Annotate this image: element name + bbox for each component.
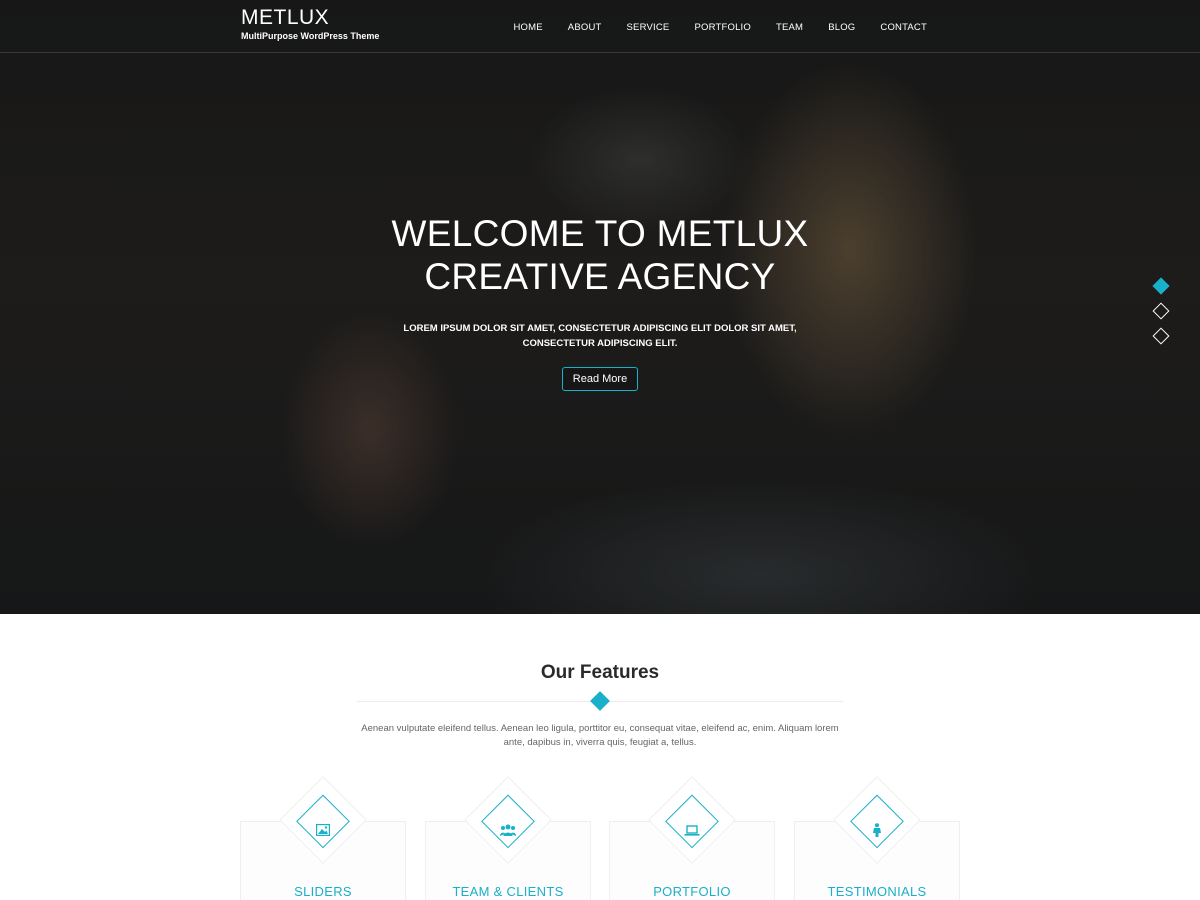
hero-title: WELCOME TO METLUX CREATIVE AGENCY — [300, 212, 900, 298]
feature-card-team-clients[interactable]: TEAM & CLIENTS — [425, 776, 591, 900]
nav-about[interactable]: ABOUT — [568, 22, 602, 33]
feature-card-title: PORTFOLIO — [653, 884, 731, 899]
feature-card-sliders[interactable]: SLIDERS — [240, 776, 406, 900]
hero-caption: WELCOME TO METLUX CREATIVE AGENCY LOREM … — [300, 212, 900, 391]
person-icon — [867, 820, 887, 840]
divider-diamond-icon — [590, 691, 610, 711]
nav-home[interactable]: HOME — [513, 22, 542, 33]
feature-card-portfolio[interactable]: PORTFOLIO — [609, 776, 775, 900]
feature-card-testimonials[interactable]: TESTIMONIALS — [794, 776, 960, 900]
slide-dot-3[interactable] — [1152, 327, 1170, 345]
users-icon — [498, 820, 518, 840]
features-description: Aenean vulputate eleifend tellus. Aenean… — [361, 723, 839, 748]
nav-portfolio[interactable]: PORTFOLIO — [694, 22, 751, 33]
slider-pagination — [1152, 277, 1170, 355]
features-title: Our Features — [540, 662, 660, 683]
slide-dot-2[interactable] — [1152, 302, 1170, 320]
nav-contact[interactable]: CONTACT — [880, 22, 927, 33]
feature-card-title: SLIDERS — [294, 884, 352, 899]
site-logo[interactable]: METLUX MultiPurpose WordPress Theme — [241, 6, 380, 42]
site-header: METLUX MultiPurpose WordPress Theme HOME… — [0, 0, 1200, 53]
hero-text: LOREM IPSUM DOLOR SIT AMET, CONSECTETUR … — [403, 323, 797, 349]
read-more-button[interactable]: Read More — [561, 367, 639, 391]
hero-slider: METLUX MultiPurpose WordPress Theme HOME… — [0, 0, 1200, 614]
laptop-icon — [682, 820, 702, 840]
slide-dot-1[interactable] — [1152, 277, 1170, 295]
hero-title-line2: CREATIVE AGENCY — [424, 256, 776, 297]
site-tagline: MultiPurpose WordPress Theme — [241, 31, 380, 41]
feature-cards: SLIDERS TEAM & CLIENTS PORTFOLIO TESTIMO… — [240, 776, 960, 900]
features-section: Our Features Aenean vulputate eleifend t… — [0, 614, 1200, 900]
feature-card-title: TESTIMONIALS — [827, 884, 927, 899]
hero-title-line1: WELCOME TO METLUX — [391, 213, 809, 254]
nav-team[interactable]: TEAM — [776, 22, 803, 33]
main-navigation: HOME ABOUT SERVICE PORTFOLIO TEAM BLOG C… — [488, 22, 927, 33]
feature-card-title: TEAM & CLIENTS — [452, 884, 564, 899]
image-icon — [313, 820, 333, 840]
site-title: METLUX — [241, 6, 330, 29]
nav-blog[interactable]: BLOG — [828, 22, 855, 33]
nav-service[interactable]: SERVICE — [627, 22, 670, 33]
